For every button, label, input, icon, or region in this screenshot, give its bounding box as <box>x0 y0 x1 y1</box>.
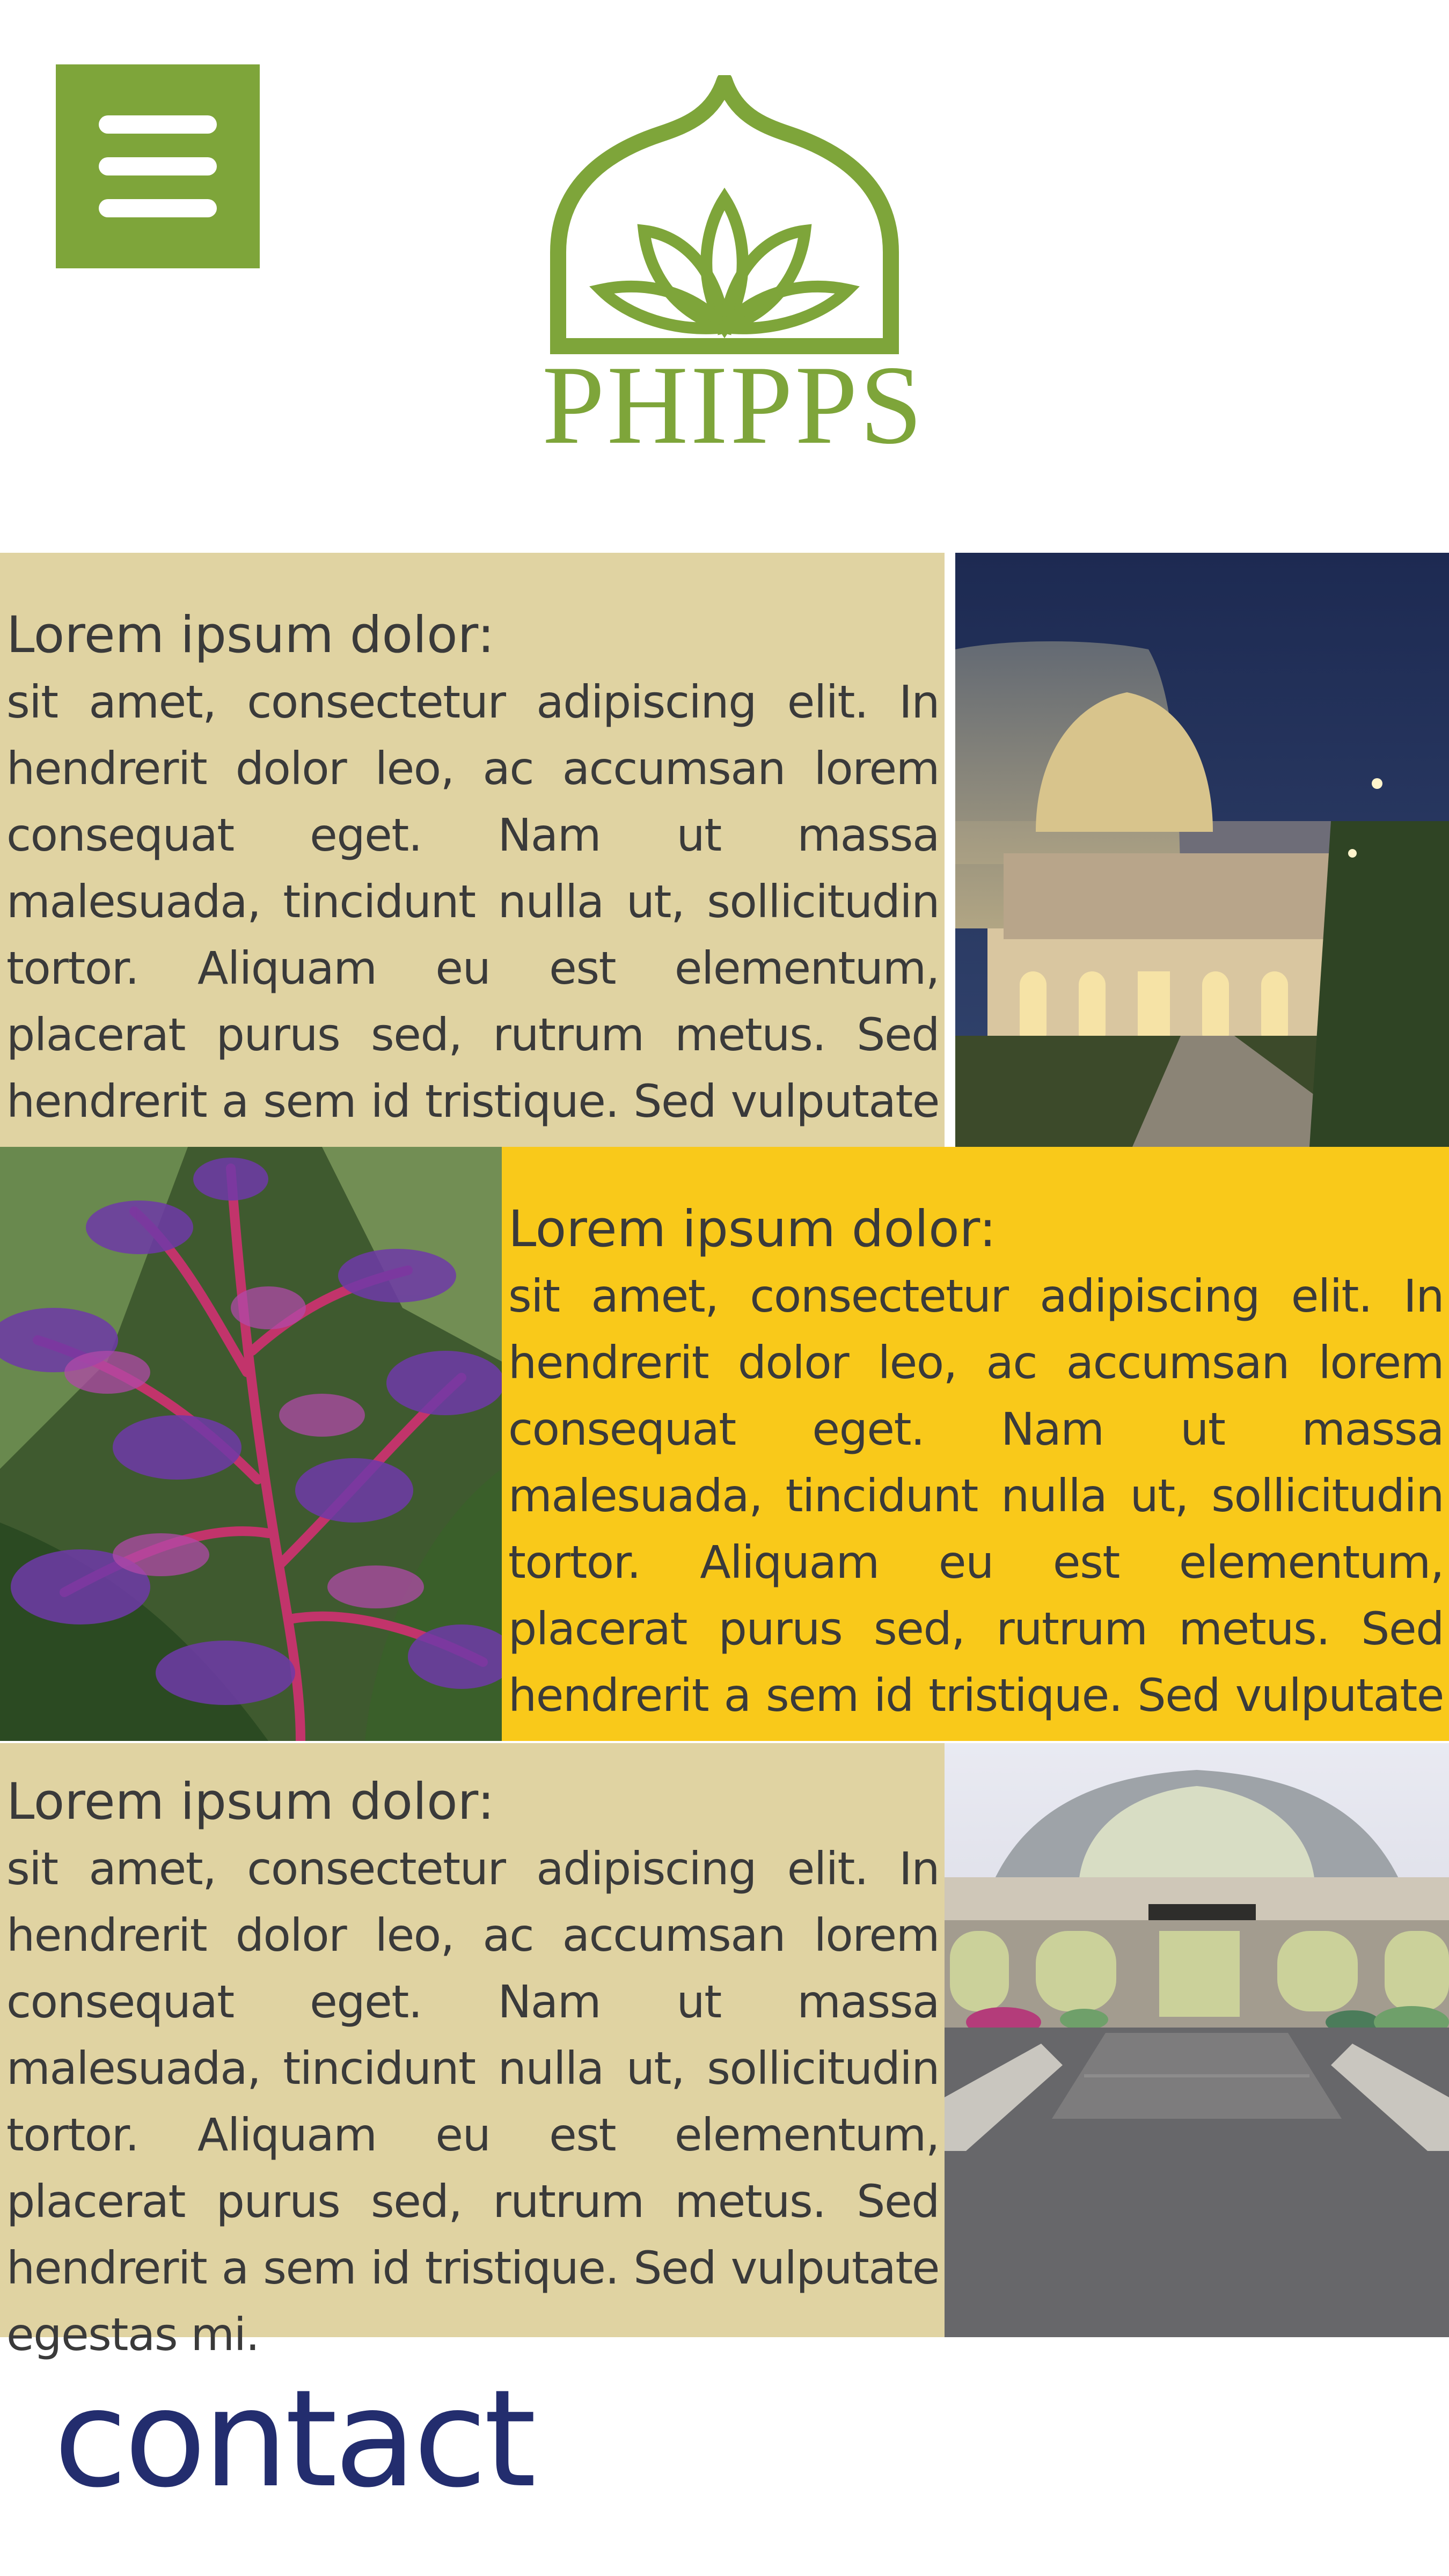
section-body: sit amet, consectetur adipiscing elit. I… <box>6 1842 940 2361</box>
lotus-dome-icon <box>550 75 899 354</box>
content-section-3: Lorem ipsum dolor: sit amet, consectetur… <box>0 1743 1449 2361</box>
menu-button[interactable] <box>56 64 260 268</box>
section-heading: Lorem ipsum dolor: <box>6 606 495 664</box>
content-section-1: Lorem ipsum dolor: sit amet, consectetur… <box>0 553 1449 1194</box>
text-panel-2: Lorem ipsum dolor: sit amet, consectetur… <box>502 1147 1449 1788</box>
section-heading: Lorem ipsum dolor: <box>508 1200 997 1258</box>
text-panel-3: Lorem ipsum dolor: sit amet, consectetur… <box>0 1743 945 2361</box>
phipps-logo[interactable]: PHIPPS <box>542 75 923 462</box>
bromeliad-flower-photo <box>0 1147 502 1741</box>
section-body: sit amet, consectetur adipiscing elit. I… <box>6 676 940 1194</box>
section-body: sit amet, consectetur adipiscing elit. I… <box>508 1270 1445 1788</box>
text-panel-1: Lorem ipsum dolor: sit amet, consectetur… <box>0 553 945 1194</box>
content-section-2: Lorem ipsum dolor: sit amet, consectetur… <box>0 1147 1449 1788</box>
conservatory-night-photo <box>955 553 1449 1147</box>
logo-text: PHIPPS <box>542 343 925 467</box>
section-heading: Lorem ipsum dolor: <box>6 1773 495 1831</box>
contact-link[interactable]: contact <box>54 2372 537 2506</box>
conservatory-entrance-photo <box>945 1743 1449 2337</box>
